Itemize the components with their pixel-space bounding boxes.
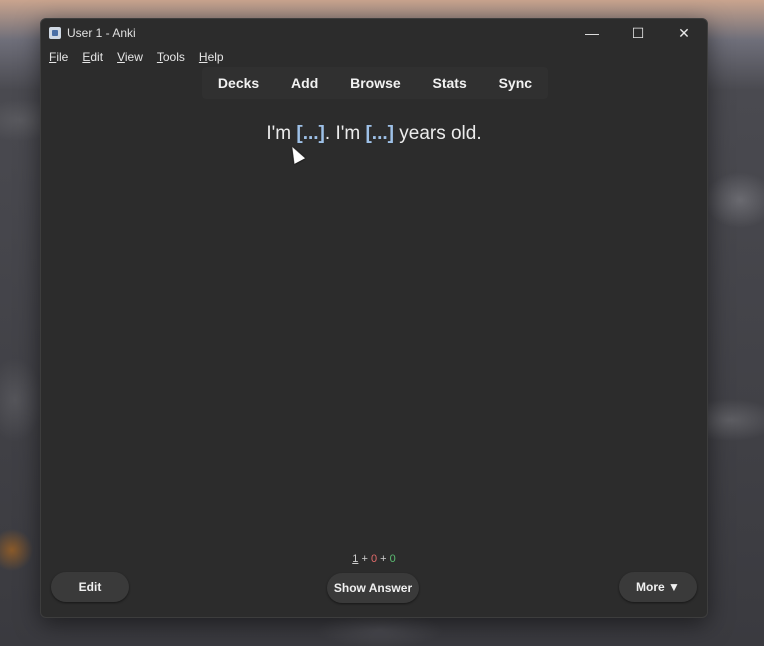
menu-tools[interactable]: Tools: [157, 50, 185, 64]
toolbar-sync[interactable]: Sync: [493, 75, 538, 91]
card-question: I'm [...]. I'm [...] years old.: [41, 123, 707, 145]
title-bar[interactable]: User 1 - Anki — ☐ ✕: [41, 19, 707, 47]
close-button[interactable]: ✕: [661, 19, 707, 47]
card-text-1: I'm: [266, 123, 297, 144]
anki-main-window: User 1 - Anki — ☐ ✕ File Edit View Tools…: [40, 18, 708, 618]
reviewer-bottom-bar: 1 + 0 + 0 Edit Show Answer More ▼: [41, 545, 707, 617]
cloze-deletion-1: [...]: [296, 123, 325, 144]
edit-button[interactable]: Edit: [51, 572, 129, 602]
due-counts: 1 + 0 + 0: [352, 553, 396, 565]
maximize-button[interactable]: ☐: [615, 19, 661, 47]
review-count: 0: [389, 553, 396, 565]
toolbar-stats[interactable]: Stats: [427, 75, 473, 91]
card-text-3: years old.: [393, 123, 482, 144]
anki-app-icon: [49, 27, 61, 39]
toolbar-decks[interactable]: Decks: [212, 75, 265, 91]
main-toolbar: Decks Add Browse Stats Sync: [202, 67, 548, 99]
toolbar-browse[interactable]: Browse: [344, 75, 407, 91]
menu-help[interactable]: Help: [199, 50, 224, 64]
minimize-button[interactable]: —: [569, 19, 615, 47]
show-answer-button[interactable]: Show Answer: [327, 573, 419, 603]
card-text-2: . I'm: [324, 123, 366, 144]
cloze-deletion-2: [...]: [365, 123, 394, 144]
window-title: User 1 - Anki: [67, 26, 136, 40]
window-controls: — ☐ ✕: [569, 19, 707, 47]
menu-view[interactable]: View: [117, 50, 143, 64]
more-button[interactable]: More ▼: [619, 572, 697, 602]
toolbar-add[interactable]: Add: [285, 75, 324, 91]
menu-file[interactable]: File: [49, 50, 68, 64]
mouse-pointer-icon: [286, 144, 306, 164]
menu-bar: File Edit View Tools Help: [41, 47, 707, 67]
menu-edit[interactable]: Edit: [82, 50, 103, 64]
